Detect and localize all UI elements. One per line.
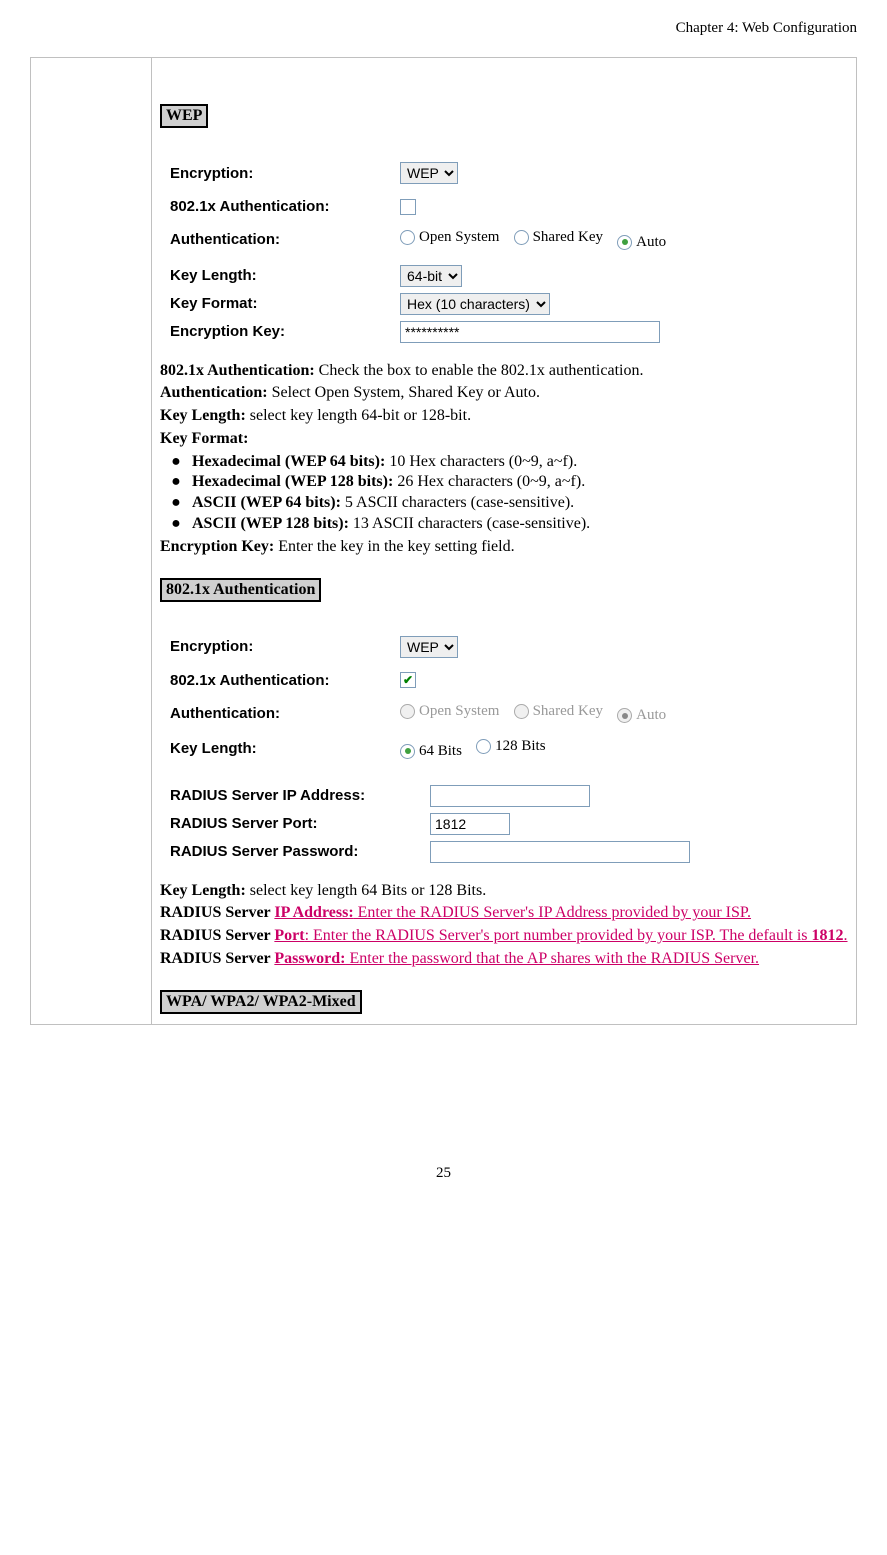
keyfmt-bullets: ●Hexadecimal (WEP 64 bits): 10 Hex chara… xyxy=(160,452,848,535)
bullet-ascii64: ●ASCII (WEP 64 bits): 5 ASCII characters… xyxy=(160,493,848,514)
dot1x-desc-keylen: Key Length: select key length 64 Bits or… xyxy=(160,881,848,902)
label-radius-ip: RADIUS Server IP Address: xyxy=(170,787,430,804)
chapter-header: Chapter 4: Web Configuration xyxy=(30,20,857,37)
radius-ip-input[interactable] xyxy=(430,785,590,807)
label-enckey: Encryption Key: xyxy=(170,323,400,340)
enckey-input[interactable] xyxy=(400,321,660,343)
keylen-128-label: 128 Bits xyxy=(495,738,545,755)
wep-desc-dot1x: 802.1x Authentication: Check the box to … xyxy=(160,361,848,382)
label2-encryption: Encryption: xyxy=(170,638,400,655)
label-radius-port: RADIUS Server Port: xyxy=(170,815,430,832)
bullet-hex64: ●Hexadecimal (WEP 64 bits): 10 Hex chara… xyxy=(160,452,848,473)
auth2-open-label: Open System xyxy=(419,703,499,720)
left-column-spacer xyxy=(31,58,152,1024)
auth-open-radio[interactable] xyxy=(400,230,415,245)
dot1x-desc-ip: RADIUS Server IP Address: Enter the RADI… xyxy=(160,903,848,924)
wep-desc-keylen: Key Length: select key length 64-bit or … xyxy=(160,406,848,427)
auth2-shared-radio xyxy=(514,704,529,719)
auth2-auto-radio xyxy=(617,708,632,723)
label-auth: Authentication: xyxy=(170,231,400,248)
wep-desc-keyfmt: Key Format: xyxy=(160,429,848,450)
dot1x2-checkbox[interactable]: ✔ xyxy=(400,672,416,688)
label-radius-pw: RADIUS Server Password: xyxy=(170,843,430,860)
right-column: WEP Encryption: WEP 802.1x Authenticatio… xyxy=(152,58,856,1024)
wep-desc-auth: Authentication: Select Open System, Shar… xyxy=(160,383,848,404)
auth-auto-label: Auto xyxy=(636,234,666,251)
label-dot1x: 802.1x Authentication: xyxy=(170,198,400,215)
auth2-shared-label: Shared Key xyxy=(533,703,603,720)
dot1x-title: 802.1x Authentication xyxy=(160,578,321,602)
dot1x-desc-port: RADIUS Server Port: Enter the RADIUS Ser… xyxy=(160,926,848,947)
dot1x-checkbox[interactable] xyxy=(400,199,416,215)
label-keylen: Key Length: xyxy=(170,267,400,284)
dot1x-form: Encryption: WEP 802.1x Authentication: ✔… xyxy=(160,612,848,879)
label2-auth: Authentication: xyxy=(170,705,400,722)
label-encryption: Encryption: xyxy=(170,165,400,182)
encryption-select[interactable]: WEP xyxy=(400,162,458,184)
wep-title: WEP xyxy=(160,104,208,128)
encryption2-select[interactable]: WEP xyxy=(400,636,458,658)
wpa-title: WPA/ WPA2/ WPA2-Mixed xyxy=(160,990,362,1014)
label-keyfmt: Key Format: xyxy=(170,295,400,312)
label2-dot1x: 802.1x Authentication: xyxy=(170,672,400,689)
wep-desc-enckey: Encryption Key: Enter the key in the key… xyxy=(160,537,848,558)
bullet-hex128: ●Hexadecimal (WEP 128 bits): 26 Hex char… xyxy=(160,472,848,493)
label2-keylen: Key Length: xyxy=(170,740,400,757)
auth-auto-radio[interactable] xyxy=(617,235,632,250)
radius-pw-input[interactable] xyxy=(430,841,690,863)
keylen-128-radio[interactable] xyxy=(476,739,491,754)
keyfmt-select[interactable]: Hex (10 characters) xyxy=(400,293,550,315)
auth2-auto-label: Auto xyxy=(636,707,666,724)
auth-open-label: Open System xyxy=(419,229,499,246)
wep-form: Encryption: WEP 802.1x Authentication: A… xyxy=(160,138,848,359)
bullet-ascii128: ●ASCII (WEP 128 bits): 13 ASCII characte… xyxy=(160,514,848,535)
content-frame: WEP Encryption: WEP 802.1x Authenticatio… xyxy=(30,57,857,1025)
keylen-64-label: 64 Bits xyxy=(419,743,462,760)
auth-shared-radio[interactable] xyxy=(514,230,529,245)
keylen-64-radio[interactable] xyxy=(400,744,415,759)
dot1x-desc-pw: RADIUS Server Password: Enter the passwo… xyxy=(160,949,848,970)
auth2-open-radio xyxy=(400,704,415,719)
keylen-select[interactable]: 64-bit xyxy=(400,265,462,287)
auth-shared-label: Shared Key xyxy=(533,229,603,246)
radius-port-input[interactable] xyxy=(430,813,510,835)
page-number: 25 xyxy=(30,1165,857,1182)
